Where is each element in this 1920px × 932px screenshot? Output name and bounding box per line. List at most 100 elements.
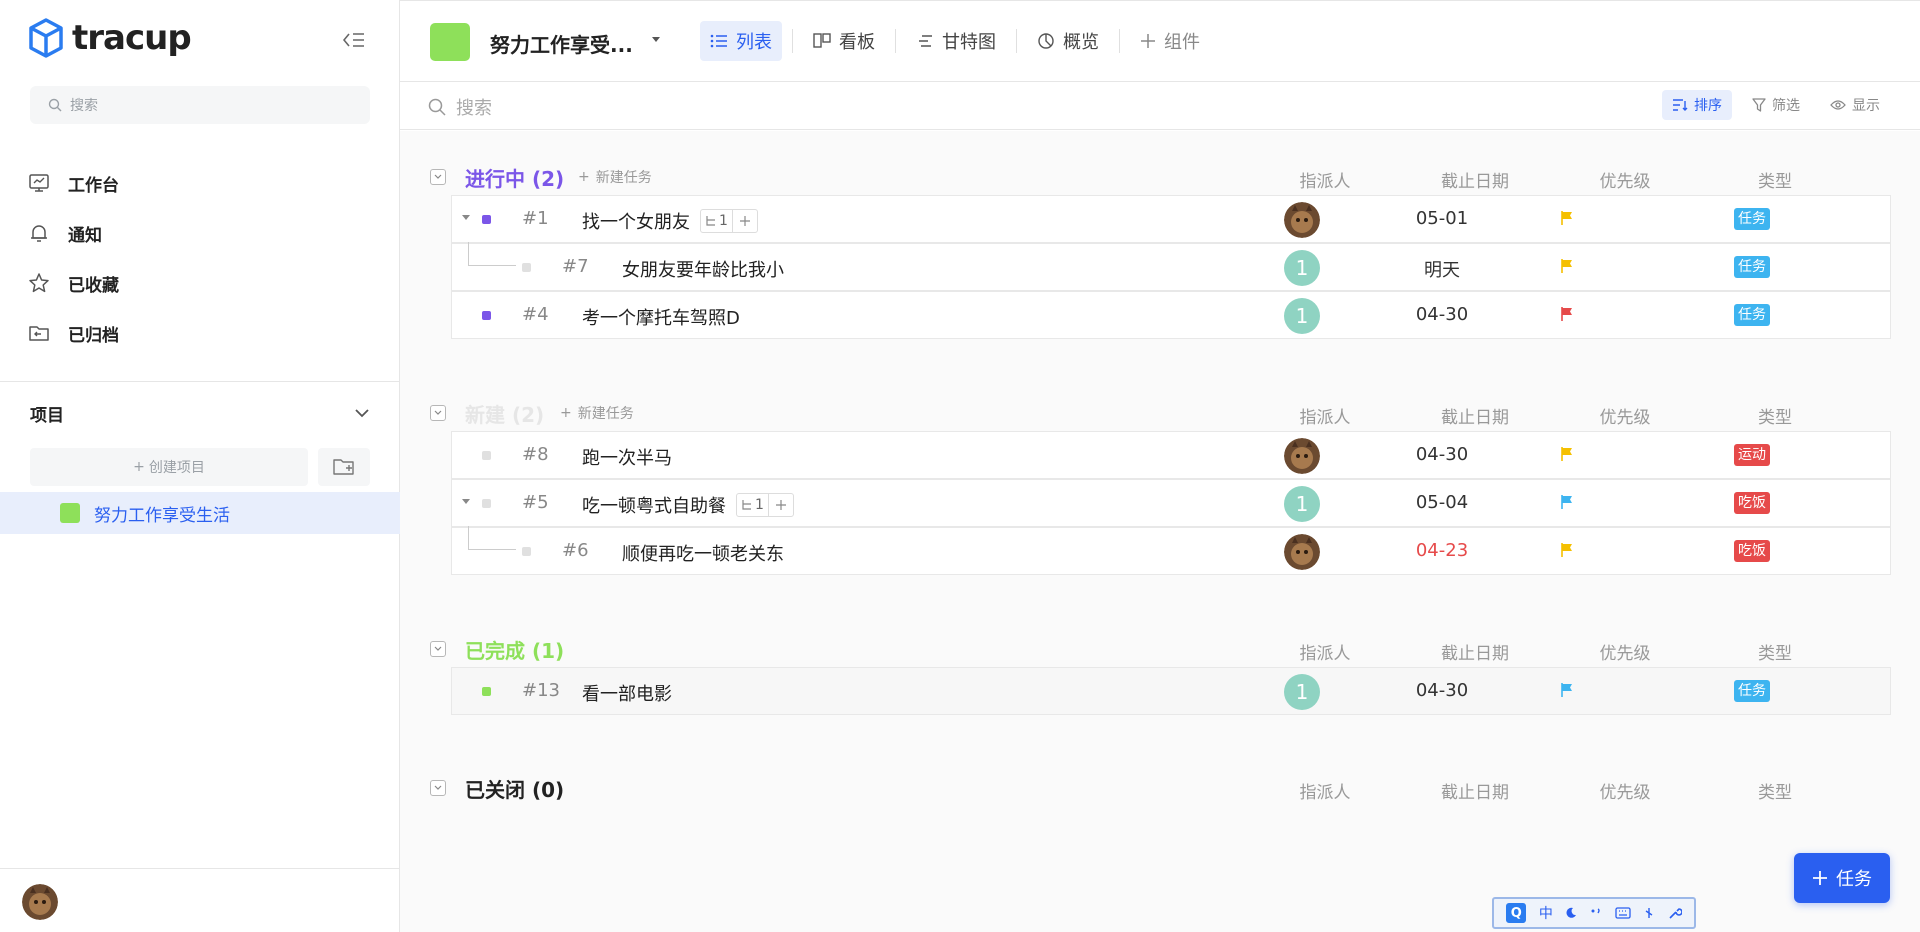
group-collapse-toggle[interactable] — [430, 641, 446, 657]
column-header-priority[interactable]: 优先级 — [1565, 639, 1685, 664]
type-cell[interactable]: 运动 — [1692, 444, 1812, 466]
column-header-priority[interactable]: 优先级 — [1565, 403, 1685, 428]
ime-lang[interactable]: 中 — [1539, 903, 1553, 923]
task-title[interactable]: 考一个摩托车驾照D — [582, 304, 740, 330]
task-title[interactable]: 看一部电影 — [582, 680, 672, 706]
user-avatar[interactable] — [22, 884, 58, 920]
chevron-down-icon[interactable] — [354, 408, 370, 418]
wrench-icon[interactable] — [1668, 906, 1682, 920]
due-date[interactable]: 明天 — [1382, 256, 1502, 282]
sidebar-item-archived[interactable]: 已归档 — [28, 308, 119, 358]
subtask-count-value[interactable]: 1 — [737, 494, 769, 516]
priority-flag[interactable] — [1552, 542, 1582, 558]
column-header-due[interactable]: 截止日期 — [1415, 639, 1535, 664]
project-item[interactable]: 努力工作享受生活 — [0, 492, 400, 534]
column-header-type[interactable]: 类型 — [1715, 639, 1835, 664]
create-project-button[interactable]: + 创建项目 — [30, 448, 308, 486]
table-row[interactable]: #1 找一个女朋友 1 05-01 任务 — [451, 195, 1891, 243]
sort-button[interactable]: 排序 — [1662, 90, 1732, 120]
tab-board[interactable]: 看板 — [803, 21, 885, 61]
due-date[interactable]: 05-01 — [1382, 208, 1502, 229]
new-task-button[interactable]: + 新建任务 — [560, 403, 634, 423]
priority-flag[interactable] — [1552, 306, 1582, 322]
add-subtask-button[interactable] — [769, 494, 793, 516]
type-cell[interactable]: 吃饭 — [1692, 540, 1812, 562]
table-row[interactable]: #8 跑一次半马 04-30 运动 — [451, 431, 1891, 479]
task-title[interactable]: 跑一次半马 — [582, 444, 672, 470]
task-title[interactable]: 找一个女朋友 1 — [582, 208, 758, 234]
tab-add-component[interactable]: 组件 — [1130, 21, 1210, 61]
display-button[interactable]: 显示 — [1820, 90, 1890, 120]
due-date[interactable]: 04-23 — [1382, 540, 1502, 561]
column-header-priority[interactable]: 优先级 — [1565, 778, 1685, 803]
add-subtask-button[interactable] — [733, 210, 757, 232]
projects-header[interactable]: 项目 — [30, 400, 370, 426]
type-cell[interactable]: 任务 — [1692, 256, 1812, 278]
group-collapse-toggle[interactable] — [430, 780, 446, 796]
tab-list[interactable]: 列表 — [700, 21, 782, 61]
due-date[interactable]: 04-30 — [1382, 444, 1502, 465]
collapse-sidebar-button[interactable] — [340, 28, 368, 52]
type-cell[interactable]: 吃饭 — [1692, 492, 1812, 514]
sidebar-item-favorites[interactable]: 已收藏 — [28, 258, 119, 308]
add-task-button[interactable]: 任务 — [1794, 853, 1890, 903]
column-header-priority[interactable]: 优先级 — [1565, 167, 1685, 192]
task-title[interactable]: 顺便再吃一顿老关东 — [622, 540, 784, 566]
logo[interactable]: tracup — [28, 18, 192, 58]
type-cell[interactable]: 任务 — [1692, 208, 1812, 230]
due-date[interactable]: 05-04 — [1382, 492, 1502, 513]
column-header-due[interactable]: 截止日期 — [1415, 167, 1535, 192]
column-header-assignee[interactable]: 指派人 — [1265, 639, 1385, 664]
filter-button[interactable]: 筛选 — [1742, 90, 1810, 120]
assignee-cell[interactable] — [1242, 202, 1362, 238]
assignee-cell[interactable]: 1 — [1242, 298, 1362, 334]
table-row[interactable]: #6 顺便再吃一顿老关东 04-23 吃饭 — [451, 526, 1891, 575]
table-row[interactable]: #4 考一个摩托车驾照D 1 04-30 任务 — [451, 291, 1891, 339]
assignee-cell[interactable]: 1 — [1242, 250, 1362, 286]
priority-flag[interactable] — [1552, 210, 1582, 226]
ime-toolbar[interactable]: Q 中 — [1492, 897, 1696, 929]
table-row[interactable]: #7 女朋友要年龄比我小 1 明天 任务 — [451, 242, 1891, 291]
create-folder-button[interactable] — [318, 448, 370, 486]
sidebar-item-notifications[interactable]: 通知 — [28, 208, 119, 258]
project-name[interactable]: 努力工作享受... — [490, 29, 633, 58]
caret-down-icon[interactable] — [650, 36, 662, 44]
new-task-button[interactable]: + 新建任务 — [578, 167, 652, 187]
table-row[interactable]: #13 看一部电影 1 04-30 任务 — [451, 667, 1891, 715]
priority-flag[interactable] — [1552, 682, 1582, 698]
moon-icon[interactable] — [1565, 907, 1577, 919]
column-header-due[interactable]: 截止日期 — [1415, 778, 1535, 803]
group-collapse-toggle[interactable] — [430, 169, 446, 185]
column-header-assignee[interactable]: 指派人 — [1265, 167, 1385, 192]
assignee-cell[interactable] — [1242, 438, 1362, 474]
task-title[interactable]: 女朋友要年龄比我小 — [622, 256, 784, 282]
expand-caret-icon[interactable] — [462, 215, 470, 221]
column-header-type[interactable]: 类型 — [1715, 403, 1835, 428]
type-cell[interactable]: 任务 — [1692, 304, 1812, 326]
column-header-type[interactable]: 类型 — [1715, 167, 1835, 192]
punctuation-icon[interactable] — [1590, 907, 1602, 919]
column-header-type[interactable]: 类型 — [1715, 778, 1835, 803]
task-title[interactable]: 吃一顿粤式自助餐 1 — [582, 492, 794, 518]
priority-flag[interactable] — [1552, 494, 1582, 510]
subtask-count-value[interactable]: 1 — [701, 210, 733, 232]
column-header-due[interactable]: 截止日期 — [1415, 403, 1535, 428]
column-header-assignee[interactable]: 指派人 — [1265, 403, 1385, 428]
settings-icon[interactable] — [1643, 907, 1655, 919]
group-collapse-toggle[interactable] — [430, 405, 446, 421]
priority-flag[interactable] — [1552, 258, 1582, 274]
table-row[interactable]: #5 吃一顿粤式自助餐 1 1 05-04 吃饭 — [451, 479, 1891, 527]
column-header-assignee[interactable]: 指派人 — [1265, 778, 1385, 803]
task-search-input[interactable]: 搜索 — [428, 94, 492, 120]
expand-caret-icon[interactable] — [462, 499, 470, 505]
sidebar-item-workbench[interactable]: 工作台 — [28, 158, 119, 208]
assignee-cell[interactable] — [1242, 534, 1362, 570]
due-date[interactable]: 04-30 — [1382, 304, 1502, 325]
type-cell[interactable]: 任务 — [1692, 680, 1812, 702]
due-date[interactable]: 04-30 — [1382, 680, 1502, 701]
sidebar-search-input[interactable]: 搜索 — [30, 86, 370, 124]
priority-flag[interactable] — [1552, 446, 1582, 462]
tab-gantt[interactable]: 甘特图 — [906, 21, 1006, 61]
keyboard-icon[interactable] — [1614, 907, 1631, 919]
assignee-cell[interactable]: 1 — [1242, 486, 1362, 522]
